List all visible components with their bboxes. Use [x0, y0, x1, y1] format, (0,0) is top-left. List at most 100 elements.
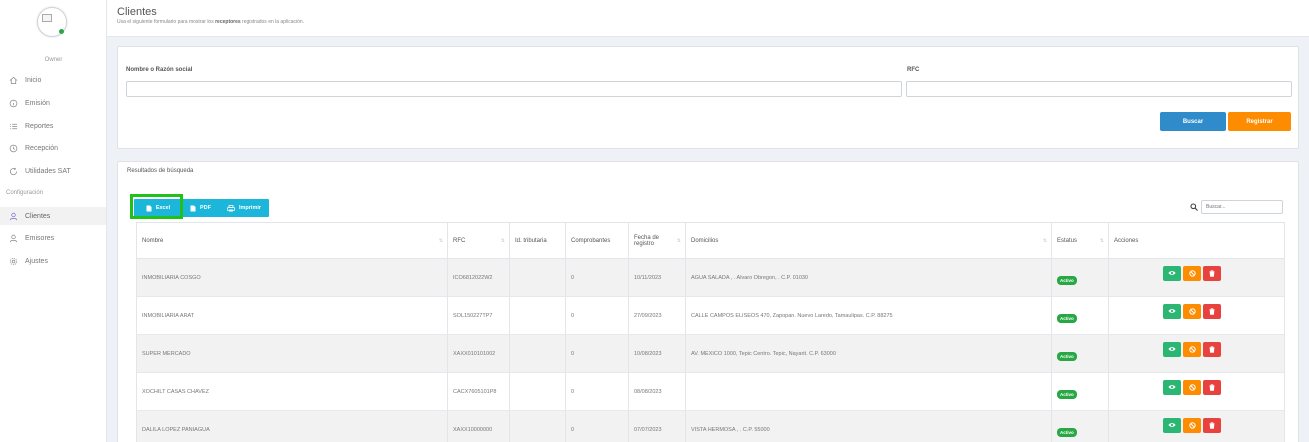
eye-icon: [1168, 309, 1176, 313]
page-title: Clientes: [117, 6, 157, 18]
column-header-label: Fecha de registro: [634, 234, 660, 247]
cell-estatus: Activo: [1051, 258, 1109, 297]
print-button[interactable]: Imprimir: [219, 199, 269, 217]
delete-button[interactable]: [1203, 303, 1221, 319]
cell-nombre: INMOBILIARIA ARAT: [136, 296, 448, 335]
view-button[interactable]: [1163, 265, 1181, 281]
cell-comprobantes: 0: [565, 296, 629, 335]
cell-id-tributaria: [509, 372, 566, 411]
table-body: INMOBILIARIA COSGO ICO6812022W2 0 10/11/…: [136, 258, 1285, 442]
cell-comprobantes: 0: [565, 372, 629, 411]
user-icon: [9, 212, 18, 221]
search-icon: [1190, 203, 1198, 211]
column-header-label: Nombre: [142, 237, 164, 244]
sort-icon: ⇅: [676, 238, 681, 244]
column-header-fecha[interactable]: Fecha de registro ⇅: [628, 222, 686, 259]
cell-domicilio: [685, 372, 1052, 411]
avatar[interactable]: [37, 7, 67, 37]
column-header-comprobantes[interactable]: Comprobantes: [565, 222, 629, 259]
sidebar: Owner Inicio Emisión Reportes Recepción …: [0, 0, 107, 442]
table-row: XOCHILT CASAS CHAVEZ CACX7605101P8 0 08/…: [136, 372, 1285, 411]
eye-icon: [1168, 385, 1176, 389]
view-button[interactable]: [1163, 303, 1181, 319]
printer-icon: [227, 204, 235, 211]
name-input[interactable]: [126, 81, 902, 97]
search-form-card: Nombre o Razón social RFC Buscar Registr…: [117, 46, 1299, 149]
user-icon: [9, 234, 18, 243]
column-header-label: Comprobantes: [571, 237, 611, 244]
cell-nombre: SUPER MERCADO: [136, 334, 448, 373]
column-header-domicilios[interactable]: Domicilios ⇅: [685, 222, 1052, 259]
column-header-nombre[interactable]: Nombre ⇅: [136, 222, 448, 259]
column-header-rfc[interactable]: RFC ⇅: [447, 222, 510, 259]
column-header-id-tributaria[interactable]: Id. tributaria: [509, 222, 566, 259]
page-subtitle-highlight: receptores: [215, 19, 241, 25]
cell-id-tributaria: [509, 334, 566, 373]
cell-fecha: 27/09/2023: [628, 296, 686, 335]
pdf-export-button[interactable]: PDF: [182, 199, 219, 217]
sidebar-item-recepcion[interactable]: Recepción: [0, 139, 106, 157]
ban-icon: [1188, 422, 1196, 429]
home-icon: [9, 76, 18, 85]
trash-icon: [1209, 269, 1215, 277]
disable-button[interactable]: [1183, 379, 1201, 395]
sidebar-item-label: Emisores: [25, 234, 55, 242]
sidebar-item-ajustes[interactable]: Ajustes: [0, 252, 106, 270]
sidebar-item-utilidades-sat[interactable]: Utilidades SAT: [0, 162, 106, 180]
cell-acciones: [1108, 372, 1285, 411]
column-header-label: Domicilios: [691, 237, 719, 244]
cell-domicilio: AV. MEXICO 1000, Tepic Centro. Tepic, Na…: [685, 334, 1052, 373]
register-button[interactable]: Registrar: [1228, 112, 1291, 131]
sort-icon: ⇅: [1099, 238, 1104, 244]
table-row: INMOBILIARIA COSGO ICO6812022W2 0 10/11/…: [136, 258, 1285, 297]
cell-rfc: XAXX010101002: [447, 334, 510, 373]
list-icon: [9, 122, 18, 131]
sidebar-item-label: Emisión: [25, 99, 50, 107]
cell-id-tributaria: [509, 410, 566, 442]
delete-button[interactable]: [1203, 265, 1221, 281]
disable-button[interactable]: [1183, 341, 1201, 357]
cell-domicilio: AGUA SALADA , . Alvaro Obregon, . C.P. 0…: [685, 258, 1052, 297]
view-button[interactable]: [1163, 417, 1181, 433]
gear-icon: [9, 257, 18, 266]
sidebar-item-clientes[interactable]: Clientes: [0, 207, 106, 225]
disable-button[interactable]: [1183, 417, 1201, 433]
cell-domicilio: CALLE CAMPOS ELISEOS 470, Zapopan. Nuevo…: [685, 296, 1052, 335]
refresh-icon: [9, 167, 18, 176]
cell-id-tributaria: [509, 258, 566, 297]
sidebar-item-reportes[interactable]: Reportes: [0, 117, 106, 135]
file-icon: [190, 205, 196, 211]
cell-rfc: ICO6812022W2: [447, 258, 510, 297]
focus-highlight: [130, 194, 183, 219]
view-button[interactable]: [1163, 341, 1181, 357]
broken-image-icon: [42, 14, 52, 22]
sort-icon: ⇅: [500, 238, 505, 244]
rfc-label: RFC: [907, 67, 920, 73]
table-search-input[interactable]: [1201, 200, 1283, 214]
view-button[interactable]: [1163, 379, 1181, 395]
delete-button[interactable]: [1203, 379, 1221, 395]
sidebar-item-emision[interactable]: Emisión: [0, 94, 106, 112]
disable-button[interactable]: [1183, 303, 1201, 319]
sidebar-item-label: Reportes: [25, 122, 54, 130]
delete-button[interactable]: [1203, 417, 1221, 433]
rfc-input[interactable]: [906, 81, 1292, 97]
info-circle-icon: [9, 99, 18, 108]
sidebar-item-label: Ajustes: [25, 257, 48, 265]
ban-icon: [1188, 345, 1196, 353]
column-header-acciones: Acciones: [1108, 222, 1285, 259]
cell-nombre: XOCHILT CASAS CHAVEZ: [136, 372, 448, 411]
sidebar-item-inicio[interactable]: Inicio: [0, 71, 106, 89]
search-button[interactable]: Buscar: [1160, 112, 1226, 131]
page-header: Clientes Usa el siguiente formulario par…: [107, 0, 1309, 37]
column-header-estatus[interactable]: Estatus ⇅: [1051, 222, 1109, 259]
page-subtitle-text: Usa el siguiente formulario para mostrar…: [117, 19, 216, 25]
disable-button[interactable]: [1183, 265, 1201, 281]
column-header-label: Acciones: [1114, 237, 1139, 244]
cell-acciones: [1108, 258, 1285, 297]
sidebar-item-emisores[interactable]: Emisores: [0, 229, 106, 247]
sidebar-item-label: Utilidades SAT: [25, 167, 71, 175]
row-actions: [1163, 417, 1279, 433]
delete-button[interactable]: [1203, 341, 1221, 357]
page-subtitle: Usa el siguiente formulario para mostrar…: [117, 19, 304, 25]
